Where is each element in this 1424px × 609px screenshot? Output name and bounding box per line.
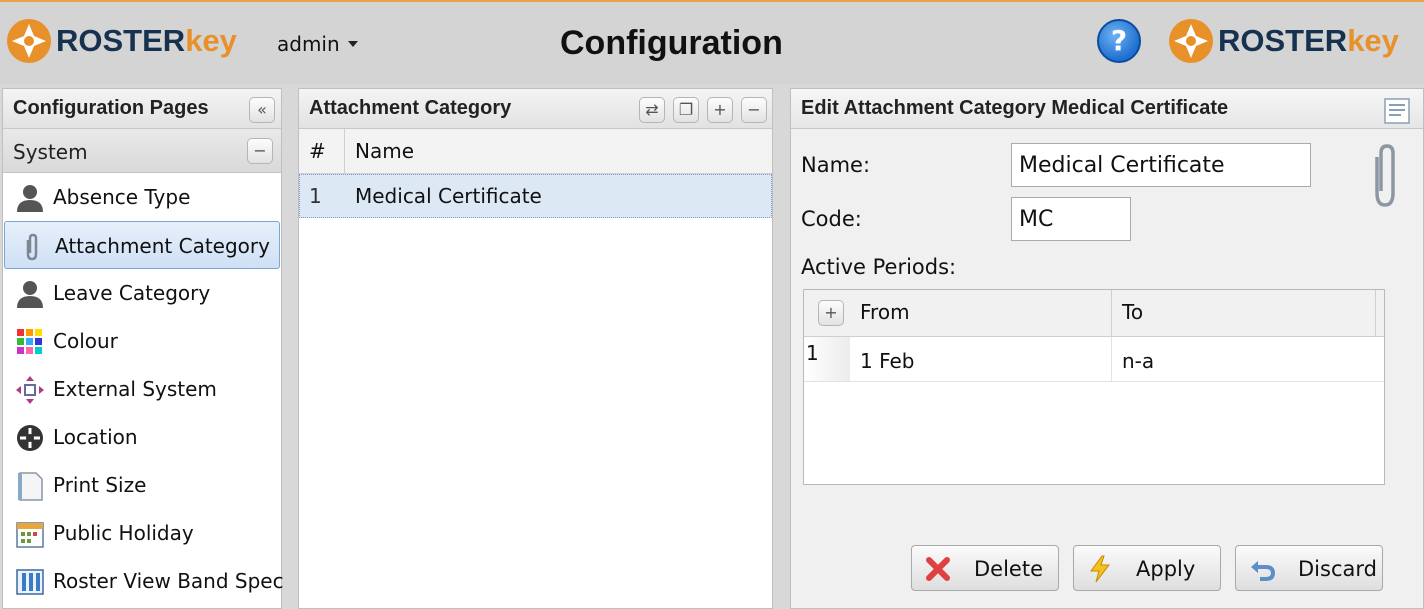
- grid-header: # Name: [299, 129, 772, 174]
- row-name: Medical Certificate: [355, 184, 542, 208]
- sidebar-item-location[interactable]: Location: [3, 413, 281, 461]
- name-label: Name:: [801, 153, 871, 177]
- user-menu[interactable]: admin: [277, 32, 358, 56]
- double-chevron-left-icon: «: [257, 100, 267, 119]
- table-row[interactable]: 1 Medical Certificate: [299, 174, 772, 218]
- band-spec-icon: [16, 569, 44, 595]
- delete-button-label: Delete: [974, 557, 1043, 581]
- panel-header: Configuration Pages «: [3, 89, 281, 129]
- chevron-down-icon: [347, 41, 358, 47]
- brand-key-text: key: [1347, 23, 1399, 58]
- page-icon: [18, 472, 43, 501]
- group-label: System: [13, 140, 88, 164]
- person-icon: [17, 185, 43, 212]
- configuration-pages-panel: Configuration Pages « System − Absence T…: [2, 88, 284, 609]
- add-icon: +: [824, 303, 838, 322]
- apply-button[interactable]: Apply: [1073, 545, 1221, 591]
- row-number: 1: [804, 337, 850, 381]
- brand-roster-text: ROSTER: [1218, 23, 1348, 58]
- restore-window-button[interactable]: ❐: [673, 97, 699, 123]
- add-period-button[interactable]: +: [818, 300, 844, 326]
- column-header-name[interactable]: Name: [345, 129, 770, 173]
- add-icon: +: [713, 100, 727, 119]
- column-header-number[interactable]: #: [299, 129, 345, 173]
- rosterkey-logo-right: ROSTERkey: [1168, 16, 1399, 66]
- delete-button[interactable]: Delete: [911, 545, 1059, 591]
- table-row[interactable]: 1 1 Feb n-a: [804, 337, 1384, 382]
- user-name: admin: [277, 32, 340, 56]
- sidebar-item-label: Print Size: [53, 473, 147, 497]
- sidebar-item-public-holiday[interactable]: Public Holiday: [3, 509, 281, 557]
- sidebar-item-label: Attachment Category: [55, 234, 270, 258]
- sidebar-item-label: External System: [53, 377, 217, 401]
- period-from[interactable]: 1 Feb: [850, 337, 1112, 381]
- discard-button[interactable]: Discard: [1235, 545, 1383, 591]
- undo-arrow-icon: [1251, 561, 1276, 581]
- brand-key-text: key: [185, 23, 237, 58]
- restore-window-icon: ❐: [678, 100, 694, 119]
- attachment-category-panel: Attachment Category ⇄ ❐ + − # Name 1 Med…: [298, 88, 773, 609]
- rosterkey-logo-left: ROSTERkey: [6, 16, 237, 66]
- column-header-from[interactable]: From: [850, 290, 1112, 336]
- rosterkey-logo-icon: [1169, 19, 1213, 63]
- active-periods-label: Active Periods:: [801, 255, 957, 279]
- lightning-icon: [1090, 555, 1111, 583]
- sidebar-item-label: Colour: [53, 329, 118, 353]
- sidebar-item-label: Roster View Band Spec: [53, 569, 284, 593]
- remove-button[interactable]: −: [741, 97, 767, 123]
- panel-title: Configuration Pages: [13, 97, 209, 119]
- sidebar-item-colour[interactable]: Colour: [3, 317, 281, 365]
- row-number: 1: [309, 184, 322, 208]
- page-title: Configuration: [560, 24, 783, 62]
- active-periods-grid: + From To 1 1 Feb n-a: [803, 289, 1385, 485]
- discard-button-label: Discard: [1298, 557, 1377, 581]
- sidebar-item-label: Absence Type: [53, 185, 191, 209]
- panel-title: Attachment Category: [309, 97, 512, 119]
- calendar-icon: [16, 522, 44, 548]
- panel-title: Edit Attachment Category Medical Certifi…: [801, 97, 1229, 119]
- periods-header: + From To: [804, 290, 1384, 337]
- sidebar-item-roster-view-band-spec[interactable]: Roster View Band Spec: [3, 557, 284, 605]
- arrows-move-icon: [16, 376, 44, 404]
- location-target-icon: [17, 425, 43, 451]
- collapse-group-button[interactable]: −: [247, 138, 273, 164]
- top-bar: ROSTERkey admin Configuration ? ROSTERke…: [0, 0, 1424, 84]
- sidebar-item-label: Leave Category: [53, 281, 211, 305]
- sidebar-item-label: Location: [53, 425, 138, 449]
- sidebar-item-absence-type[interactable]: Absence Type: [3, 173, 281, 221]
- rosterkey-logo-icon: [7, 19, 51, 63]
- add-button[interactable]: +: [707, 97, 733, 123]
- paperclip-icon: [1375, 144, 1395, 207]
- period-to[interactable]: n-a: [1112, 337, 1376, 381]
- group-system[interactable]: System −: [3, 129, 281, 173]
- code-label: Code:: [801, 207, 862, 231]
- brand-roster-text: ROSTER: [56, 23, 186, 58]
- sidebar-item-leave-category[interactable]: Leave Category: [3, 269, 281, 317]
- sidebar-item-attachment-category[interactable]: Attachment Category: [4, 221, 280, 269]
- form-layout-icon[interactable]: [1383, 97, 1413, 125]
- code-field[interactable]: [1011, 197, 1131, 241]
- edit-attachment-category-panel: Edit Attachment Category Medical Certifi…: [790, 88, 1424, 609]
- panel-header: Attachment Category ⇄ ❐ + −: [299, 89, 772, 129]
- color-grid-icon: [17, 329, 42, 354]
- minus-icon: −: [253, 141, 267, 160]
- collapse-panel-button[interactable]: «: [249, 97, 275, 123]
- name-field[interactable]: [1011, 143, 1311, 187]
- paperclip-icon: [26, 233, 38, 261]
- person-icon: [17, 281, 43, 308]
- apply-button-label: Apply: [1136, 557, 1196, 581]
- red-x-icon: [926, 557, 950, 581]
- column-header-to[interactable]: To: [1112, 290, 1376, 336]
- panel-header: Edit Attachment Category Medical Certifi…: [791, 89, 1423, 129]
- refresh-button[interactable]: ⇄: [639, 97, 665, 123]
- sidebar-item-label: Public Holiday: [53, 521, 194, 545]
- remove-icon: −: [747, 100, 761, 119]
- sidebar-item-print-size[interactable]: Print Size: [3, 461, 281, 509]
- refresh-icon: ⇄: [645, 100, 659, 119]
- help-button[interactable]: ?: [1097, 19, 1141, 63]
- sidebar-item-external-system[interactable]: External System: [3, 365, 281, 413]
